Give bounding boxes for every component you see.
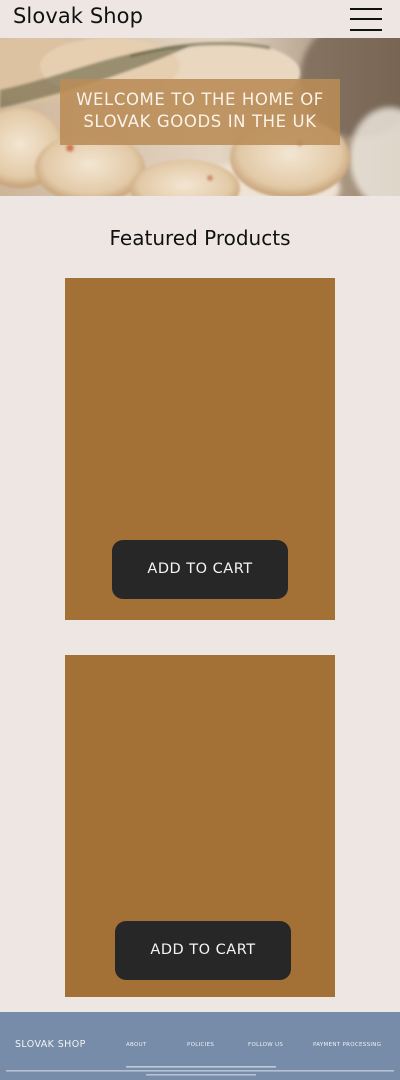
footer-link-payment-processing[interactable]: PAYMENT PROCESSING — [313, 1042, 381, 1048]
site-brand[interactable]: Slovak Shop — [13, 3, 143, 29]
footer-link-about[interactable]: ABOUT — [126, 1042, 147, 1048]
product-card[interactable]: ADD TO CART — [65, 278, 335, 620]
footer-link-policies[interactable]: POLICIES — [187, 1042, 214, 1048]
add-to-cart-button[interactable]: ADD TO CART — [112, 540, 288, 599]
site-footer: SLOVAK SHOP ABOUT POLICIES FOLLOW US PAY… — [0, 1012, 400, 1080]
add-to-cart-button[interactable]: ADD TO CART — [115, 921, 291, 980]
hero-section: WELCOME TO THE HOME OF SLOVAK GOODS IN T… — [0, 38, 400, 196]
footer-brand[interactable]: SLOVAK SHOP — [15, 1039, 86, 1050]
footer-link-follow-us[interactable]: FOLLOW US — [248, 1042, 283, 1048]
product-card[interactable]: ADD TO CART — [65, 655, 335, 997]
hero-welcome-banner: WELCOME TO THE HOME OF SLOVAK GOODS IN T… — [60, 79, 340, 145]
hero-banner-line2: SLOVAK GOODS IN THE UK — [83, 112, 317, 131]
site-header: Slovak Shop — [0, 0, 400, 38]
hamburger-menu-icon[interactable] — [350, 5, 384, 33]
hero-banner-line1: WELCOME TO THE HOME OF — [76, 90, 324, 109]
featured-products-title: Featured Products — [109, 226, 291, 250]
footer-fine-print — [6, 1066, 394, 1076]
